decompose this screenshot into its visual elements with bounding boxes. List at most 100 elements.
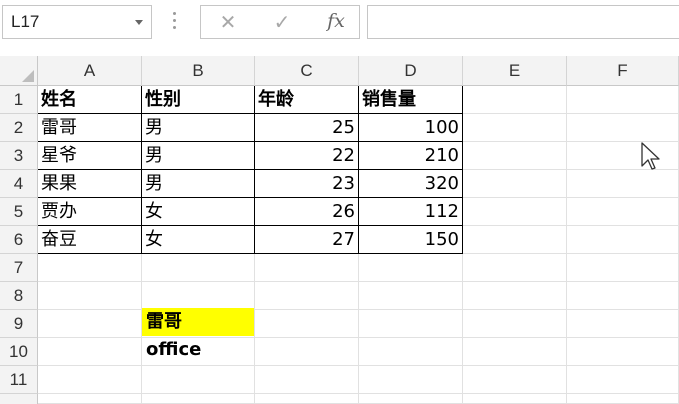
column-header-b[interactable]: B bbox=[142, 56, 255, 86]
cell-c12[interactable] bbox=[255, 394, 359, 404]
cell-a5[interactable]: 贾办 bbox=[38, 198, 142, 226]
row-header-8[interactable]: 8 bbox=[0, 282, 38, 310]
cell-f2[interactable] bbox=[567, 114, 679, 142]
cell-a12[interactable] bbox=[38, 394, 142, 404]
cell-c10[interactable] bbox=[255, 338, 359, 366]
cell-d10[interactable] bbox=[359, 338, 463, 366]
row-header-3[interactable]: 3 bbox=[0, 142, 38, 170]
cell-d8[interactable] bbox=[359, 282, 463, 310]
cell-e9[interactable] bbox=[463, 310, 567, 338]
row-header-7[interactable]: 7 bbox=[0, 254, 38, 282]
cell-a6[interactable]: 奋豆 bbox=[38, 226, 142, 254]
name-box-value: L17 bbox=[11, 12, 40, 31]
cell-b6[interactable]: 女 bbox=[142, 226, 255, 254]
column-header-a[interactable]: A bbox=[38, 56, 142, 86]
cell-e3[interactable] bbox=[463, 142, 567, 170]
cell-c9[interactable] bbox=[255, 310, 359, 338]
cell-d5[interactable]: 112 bbox=[359, 198, 463, 226]
cell-f12[interactable] bbox=[567, 394, 679, 404]
cell-a2[interactable]: 雷哥 bbox=[38, 114, 142, 142]
cell-d4[interactable]: 320 bbox=[359, 170, 463, 198]
cell-e10[interactable] bbox=[463, 338, 567, 366]
row-header-4[interactable]: 4 bbox=[0, 170, 38, 198]
row-header-10[interactable]: 10 bbox=[0, 338, 38, 366]
cell-e11[interactable] bbox=[463, 366, 567, 394]
enter-icon[interactable]: ✓ bbox=[267, 10, 297, 34]
cell-c4[interactable]: 23 bbox=[255, 170, 359, 198]
cell-e1[interactable] bbox=[463, 86, 567, 114]
cell-c7[interactable] bbox=[255, 254, 359, 282]
column-header-f[interactable]: F bbox=[567, 56, 679, 86]
cell-d7[interactable] bbox=[359, 254, 463, 282]
insert-function-icon[interactable]: fx bbox=[321, 10, 351, 32]
cell-d9[interactable] bbox=[359, 310, 463, 338]
cell-d6[interactable]: 150 bbox=[359, 226, 463, 254]
cell-b5[interactable]: 女 bbox=[142, 198, 255, 226]
cell-f10[interactable] bbox=[567, 338, 679, 366]
cell-a7[interactable] bbox=[38, 254, 142, 282]
cancel-icon[interactable]: ✕ bbox=[213, 10, 243, 34]
row-header-6[interactable]: 6 bbox=[0, 226, 38, 254]
mouse-pointer-icon bbox=[641, 142, 660, 170]
cell-f3[interactable] bbox=[567, 142, 679, 170]
cell-b12[interactable] bbox=[142, 394, 255, 404]
cell-f1[interactable] bbox=[567, 86, 679, 114]
cell-e12[interactable] bbox=[463, 394, 567, 404]
cell-c8[interactable] bbox=[255, 282, 359, 310]
formula-input[interactable] bbox=[367, 5, 679, 39]
formula-bar-area: L17 ✕ ✓ fx bbox=[0, 0, 679, 53]
cell-b3[interactable]: 男 bbox=[142, 142, 255, 170]
cell-b2[interactable]: 男 bbox=[142, 114, 255, 142]
cell-c6[interactable]: 27 bbox=[255, 226, 359, 254]
row-header-11[interactable]: 11 bbox=[0, 366, 38, 394]
cell-f6[interactable] bbox=[567, 226, 679, 254]
cell-c3[interactable]: 22 bbox=[255, 142, 359, 170]
cell-e2[interactable] bbox=[463, 114, 567, 142]
cell-f9[interactable] bbox=[567, 310, 679, 338]
cell-b11[interactable] bbox=[142, 366, 255, 394]
column-header-e[interactable]: E bbox=[463, 56, 567, 86]
highlight-cell-b9[interactable]: 雷哥office bbox=[146, 308, 201, 364]
cell-a1[interactable]: 姓名 bbox=[38, 86, 142, 114]
cell-d12[interactable] bbox=[359, 394, 463, 404]
cell-e4[interactable] bbox=[463, 170, 567, 198]
column-header-c[interactable]: C bbox=[255, 56, 359, 86]
row-header-2[interactable]: 2 bbox=[0, 114, 38, 142]
cell-f11[interactable] bbox=[567, 366, 679, 394]
cell-f5[interactable] bbox=[567, 198, 679, 226]
cell-e7[interactable] bbox=[463, 254, 567, 282]
cell-a8[interactable] bbox=[38, 282, 142, 310]
cell-a3[interactable]: 星爷 bbox=[38, 142, 142, 170]
row-header-1[interactable]: 1 bbox=[0, 86, 38, 114]
cell-a10[interactable] bbox=[38, 338, 142, 366]
cell-b8[interactable] bbox=[142, 282, 255, 310]
row-header-9[interactable]: 9 bbox=[0, 310, 38, 338]
cell-a4[interactable]: 果果 bbox=[38, 170, 142, 198]
cell-d11[interactable] bbox=[359, 366, 463, 394]
cell-d3[interactable]: 210 bbox=[359, 142, 463, 170]
cell-a9[interactable] bbox=[38, 310, 142, 338]
cell-c11[interactable] bbox=[255, 366, 359, 394]
cell-e8[interactable] bbox=[463, 282, 567, 310]
column-header-d[interactable]: D bbox=[359, 56, 463, 86]
cell-b7[interactable] bbox=[142, 254, 255, 282]
cell-a11[interactable] bbox=[38, 366, 142, 394]
cell-d1[interactable]: 销售量 bbox=[359, 86, 463, 114]
cell-f7[interactable] bbox=[567, 254, 679, 282]
row-header-5[interactable]: 5 bbox=[0, 198, 38, 226]
cell-e5[interactable] bbox=[463, 198, 567, 226]
name-box-dropdown-icon[interactable] bbox=[135, 20, 143, 25]
cell-d2[interactable]: 100 bbox=[359, 114, 463, 142]
cell-c5[interactable]: 26 bbox=[255, 198, 359, 226]
row-header-12[interactable] bbox=[0, 394, 38, 404]
cell-b1[interactable]: 性别 bbox=[142, 86, 255, 114]
cell-f4[interactable] bbox=[567, 170, 679, 198]
cell-c1[interactable]: 年龄 bbox=[255, 86, 359, 114]
cell-e6[interactable] bbox=[463, 226, 567, 254]
select-all-button[interactable] bbox=[0, 56, 38, 86]
name-box[interactable]: L17 bbox=[2, 5, 152, 39]
cell-b4[interactable]: 男 bbox=[142, 170, 255, 198]
cell-c2[interactable]: 25 bbox=[255, 114, 359, 142]
drag-handle-icon[interactable] bbox=[173, 12, 177, 32]
cell-f8[interactable] bbox=[567, 282, 679, 310]
